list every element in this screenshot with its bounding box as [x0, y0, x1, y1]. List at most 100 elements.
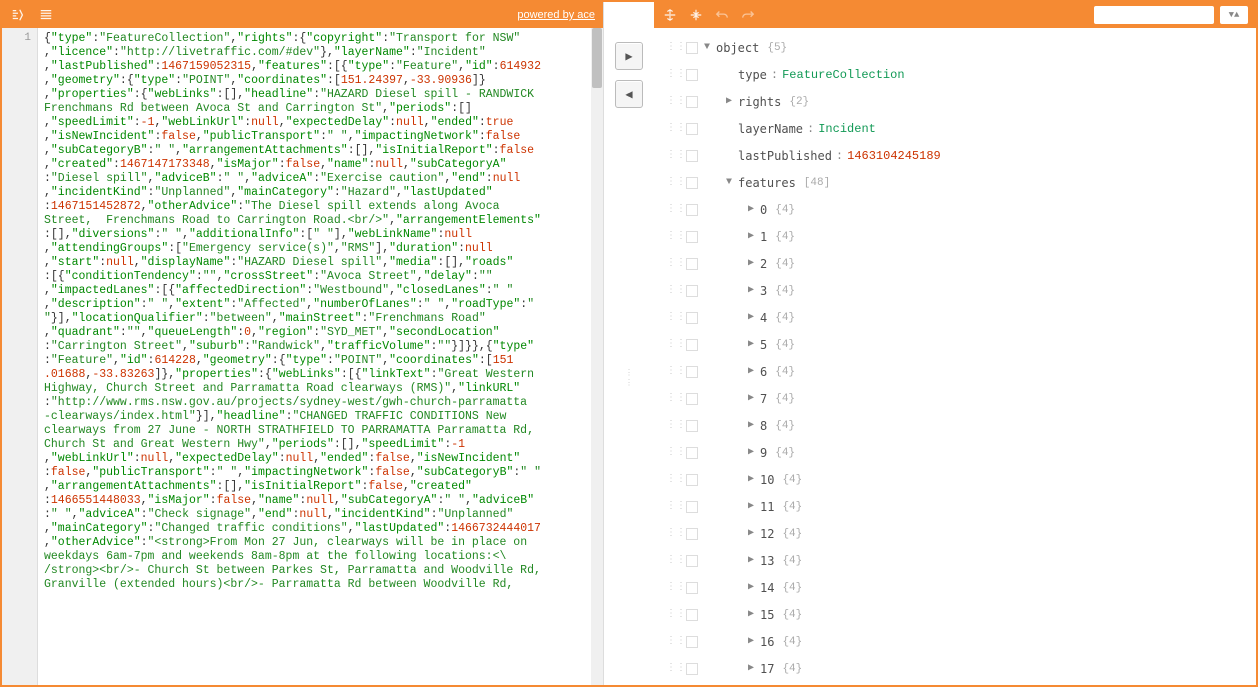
- collapse-icon[interactable]: [688, 7, 704, 23]
- drag-handle-icon[interactable]: ⋮⋮: [670, 123, 682, 135]
- expand-arrow-icon[interactable]: ▼: [726, 174, 738, 192]
- expand-arrow-icon[interactable]: ▶: [748, 498, 760, 516]
- tree-row[interactable]: ⋮⋮▶7{4}: [658, 385, 1252, 412]
- expand-arrow-icon[interactable]: ▶: [748, 282, 760, 300]
- expand-arrow-icon[interactable]: ▶: [748, 228, 760, 246]
- format-icon[interactable]: [10, 7, 26, 23]
- drag-handle-icon[interactable]: ⋮⋮: [670, 663, 682, 675]
- checkbox-icon[interactable]: [686, 447, 698, 459]
- tree-row[interactable]: ⋮⋮▶2{4}: [658, 250, 1252, 277]
- checkbox-icon[interactable]: [686, 582, 698, 594]
- expand-arrow-icon[interactable]: ▶: [748, 552, 760, 570]
- expand-arrow-icon[interactable]: ▼: [704, 39, 716, 57]
- tree-row[interactable]: ⋮⋮▶5{4}: [658, 331, 1252, 358]
- scrollbar[interactable]: [591, 28, 603, 685]
- expand-arrow-icon[interactable]: ▶: [726, 93, 738, 111]
- expand-arrow-icon[interactable]: ▶: [748, 255, 760, 273]
- expand-arrow-icon[interactable]: ▶: [748, 201, 760, 219]
- drag-handle-icon[interactable]: ⋮⋮: [670, 312, 682, 324]
- drag-handle-icon[interactable]: ⋮⋮: [670, 69, 682, 81]
- tree-row[interactable]: ⋮⋮▶12{4}: [658, 520, 1252, 547]
- tree-row[interactable]: ⋮⋮▶14{4}: [658, 574, 1252, 601]
- options-dropdown[interactable]: ▼▲: [1220, 6, 1248, 24]
- checkbox-icon[interactable]: [686, 528, 698, 540]
- drag-handle-icon[interactable]: ⋮⋮: [670, 447, 682, 459]
- checkbox-icon[interactable]: [686, 339, 698, 351]
- expand-arrow-icon[interactable]: ▶: [748, 471, 760, 489]
- checkbox-icon[interactable]: [686, 150, 698, 162]
- tree-row[interactable]: ⋮⋮▶17{4}: [658, 655, 1252, 682]
- tree-row[interactable]: ⋮⋮lastPublished:1463104245189: [658, 142, 1252, 169]
- checkbox-icon[interactable]: [686, 231, 698, 243]
- drag-handle-icon[interactable]: ⋮⋮: [670, 204, 682, 216]
- tree-row[interactable]: ⋮⋮▶15{4}: [658, 601, 1252, 628]
- redo-icon[interactable]: [740, 7, 756, 23]
- expand-arrow-icon[interactable]: ▶: [748, 606, 760, 624]
- tree-row[interactable]: ⋮⋮layerName:Incident: [658, 115, 1252, 142]
- tree-row[interactable]: ⋮⋮▶8{4}: [658, 412, 1252, 439]
- drag-handle-icon[interactable]: ⋮⋮: [670, 393, 682, 405]
- drag-handle-icon[interactable]: ⋮⋮: [670, 528, 682, 540]
- checkbox-icon[interactable]: [686, 420, 698, 432]
- undo-icon[interactable]: [714, 7, 730, 23]
- checkbox-icon[interactable]: [686, 555, 698, 567]
- expand-icon[interactable]: [662, 7, 678, 23]
- checkbox-icon[interactable]: [686, 609, 698, 621]
- drag-handle-icon[interactable]: ⋮⋮: [670, 501, 682, 513]
- expand-arrow-icon[interactable]: ▶: [748, 309, 760, 327]
- checkbox-icon[interactable]: [686, 69, 698, 81]
- drag-handle-icon[interactable]: ⋮⋮: [670, 231, 682, 243]
- drag-handle-icon[interactable]: ⋮⋮: [670, 366, 682, 378]
- drag-handle-icon[interactable]: ⋮⋮: [670, 636, 682, 648]
- checkbox-icon[interactable]: [686, 393, 698, 405]
- powered-by-link[interactable]: powered by ace: [517, 9, 595, 21]
- tree-row[interactable]: ⋮⋮▶6{4}: [658, 358, 1252, 385]
- drag-handle-icon[interactable]: ⋮⋮: [670, 96, 682, 108]
- tree-row[interactable]: ⋮⋮type:FeatureCollection: [658, 61, 1252, 88]
- checkbox-icon[interactable]: [686, 42, 698, 54]
- checkbox-icon[interactable]: [686, 663, 698, 675]
- scroll-thumb[interactable]: [592, 28, 602, 88]
- tree-row[interactable]: ⋮⋮▶9{4}: [658, 439, 1252, 466]
- drag-handle-icon[interactable]: ⋮⋮: [625, 368, 633, 388]
- checkbox-icon[interactable]: [686, 123, 698, 135]
- send-left-button[interactable]: ◀: [615, 80, 643, 108]
- drag-handle-icon[interactable]: ⋮⋮: [670, 150, 682, 162]
- expand-arrow-icon[interactable]: ▶: [748, 525, 760, 543]
- drag-handle-icon[interactable]: ⋮⋮: [670, 609, 682, 621]
- tree-row[interactable]: ⋮⋮▶1{4}: [658, 223, 1252, 250]
- expand-arrow-icon[interactable]: ▶: [748, 417, 760, 435]
- drag-handle-icon[interactable]: ⋮⋮: [670, 339, 682, 351]
- checkbox-icon[interactable]: [686, 96, 698, 108]
- tree-row[interactable]: ⋮⋮▶11{4}: [658, 493, 1252, 520]
- checkbox-icon[interactable]: [686, 366, 698, 378]
- checkbox-icon[interactable]: [686, 258, 698, 270]
- tree-row[interactable]: ⋮⋮▶4{4}: [658, 304, 1252, 331]
- drag-handle-icon[interactable]: ⋮⋮: [670, 474, 682, 486]
- tree-row[interactable]: ⋮⋮▶0{4}: [658, 196, 1252, 223]
- checkbox-icon[interactable]: [686, 204, 698, 216]
- drag-handle-icon[interactable]: ⋮⋮: [670, 582, 682, 594]
- expand-arrow-icon[interactable]: ▶: [748, 579, 760, 597]
- expand-arrow-icon[interactable]: ▶: [748, 660, 760, 678]
- checkbox-icon[interactable]: [686, 177, 698, 189]
- tree-row[interactable]: ⋮⋮▶16{4}: [658, 628, 1252, 655]
- checkbox-icon[interactable]: [686, 636, 698, 648]
- drag-handle-icon[interactable]: ⋮⋮: [670, 555, 682, 567]
- tree-row[interactable]: ⋮⋮▶10{4}: [658, 466, 1252, 493]
- drag-handle-icon[interactable]: ⋮⋮: [670, 285, 682, 297]
- search-input[interactable]: [1094, 6, 1214, 24]
- tree-row[interactable]: ⋮⋮▼object{5}: [658, 34, 1252, 61]
- expand-arrow-icon[interactable]: ▶: [748, 363, 760, 381]
- compact-icon[interactable]: [38, 7, 54, 23]
- tree-row[interactable]: ⋮⋮▶3{4}: [658, 277, 1252, 304]
- tree-row[interactable]: ⋮⋮▶rights{2}: [658, 88, 1252, 115]
- expand-arrow-icon[interactable]: ▶: [748, 633, 760, 651]
- checkbox-icon[interactable]: [686, 285, 698, 297]
- send-right-button[interactable]: ▶: [615, 42, 643, 70]
- drag-handle-icon[interactable]: ⋮⋮: [670, 258, 682, 270]
- expand-arrow-icon[interactable]: ▶: [748, 444, 760, 462]
- drag-handle-icon[interactable]: ⋮⋮: [670, 42, 682, 54]
- code-editor[interactable]: {"type":"FeatureCollection","rights":{"c…: [38, 28, 591, 685]
- checkbox-icon[interactable]: [686, 501, 698, 513]
